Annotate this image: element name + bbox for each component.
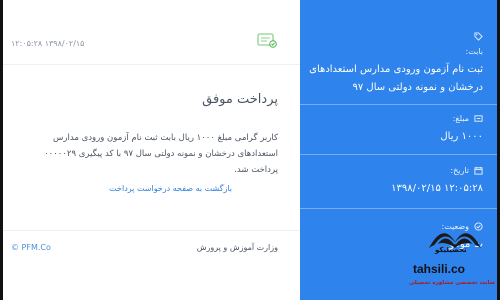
receipt-card: ۱۲:۰۵:۲۸ ۱۳۹۸/۰۲/۱۵ پرداخت موفق کاربر گر… [3,6,300,292]
watermark-domain: tahsili.co [413,262,466,276]
amount-value: ۱۰۰۰ ریال [440,131,483,142]
amount-field: مبلغ: ۱۰۰۰ ریال [308,114,483,146]
page-title: پرداخت موفق [202,92,278,107]
card-footer: © PFM.Co وزارت آموزش و پرورش [3,230,300,259]
purpose-label: بابت: [465,47,483,56]
watermark-persian-name: تحصیلیکو [435,246,467,254]
divider [300,104,497,105]
receipt-check-icon [257,33,277,48]
card-header: ۱۲:۰۵:۲۸ ۱۳۹۸/۰۲/۱۵ [3,6,300,65]
tahsili-watermark: تحصیلیکو tahsili.co سایت تخصصی مشاوره تح… [407,218,497,298]
payment-timestamp: ۱۲:۰۵:۲۸ ۱۳۹۸/۰۲/۱۵ [11,39,85,48]
purpose-value: ثبت نام آزمون ورودی مدارس استعدادهای درخ… [309,64,483,93]
brand-copyright: © PFM.Co [11,243,51,252]
divider [300,208,497,209]
purpose-label-row [308,32,483,41]
date-field: تاریخ: ۱۲:۰۵:۲۸ ۱۳۹۸/۰۲/۱۵ [308,166,483,198]
ministry-name: وزارت آموزش و پرورش [196,243,278,252]
date-value: ۱۲:۰۵:۲۸ ۱۳۹۸/۰۲/۱۵ [391,183,483,194]
back-to-request-link[interactable]: بازگشت به صفحه درخواست پرداخت [109,184,232,193]
tag-icon [474,32,483,41]
divider [300,154,497,155]
watermark-tagline: سایت تخصصی مشاوره تحصیلی [409,280,495,286]
calendar-icon [474,166,483,175]
amount-label: مبلغ: [452,114,469,123]
date-label-row: تاریخ: [308,166,483,175]
payment-message: کاربر گرامی مبلغ ۱۰۰۰ ریال بابت ثبت نام … [44,133,278,175]
amount-label-row: مبلغ: [308,114,483,123]
money-icon [474,115,483,122]
purpose-field: بابت: ثبت نام آزمون ورودی مدارس استعداده… [308,32,483,97]
date-label: تاریخ: [450,166,469,175]
